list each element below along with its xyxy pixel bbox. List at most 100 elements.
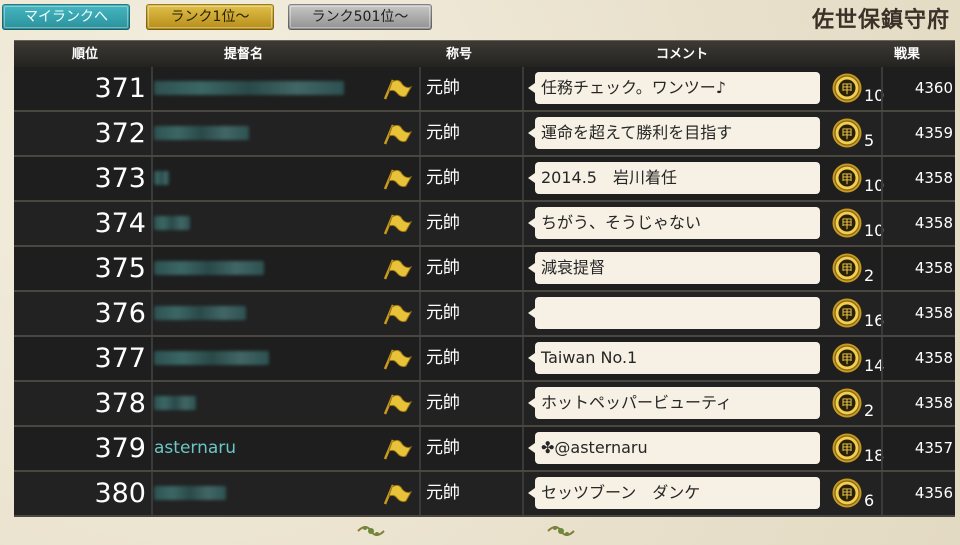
rank-number: 375 <box>94 253 146 284</box>
base-name: 佐世保鎮守府 <box>811 7 950 33</box>
ranking-row[interactable]: 380 元帥 セッツブーン ダンケ 甲 6 4356 <box>14 472 955 517</box>
medal-count: 6 <box>864 491 875 510</box>
header-title: 称号 <box>446 47 473 62</box>
vine-ornament-icon <box>357 526 385 536</box>
comment-bubble <box>528 297 820 329</box>
comment-text: 2014.5 岩川着任 <box>541 168 677 187</box>
rank-number: 373 <box>94 163 146 194</box>
admiral-title: 元帥 <box>426 78 460 98</box>
admiral-name[interactable]: asternaru <box>154 427 236 470</box>
score-value: 4360 <box>914 79 953 97</box>
gold-medal-icon: 甲 <box>831 72 863 104</box>
gold-medal-icon: 甲 <box>831 252 863 284</box>
ranking-row[interactable]: 377 元帥 Taiwan No.1 甲 14 4358 <box>14 337 955 382</box>
medal-glyph: 甲 <box>841 487 853 501</box>
rank-number: 380 <box>94 478 146 509</box>
admiral-name-redacted <box>154 261 264 275</box>
ranking-row[interactable]: 371 元帥 任務チェック。ワンツー♪ 甲 10 4360 <box>14 67 955 112</box>
rank-501-button[interactable]: ランク501位～ <box>288 4 432 30</box>
rank-number: 377 <box>94 343 146 374</box>
rank-number: 371 <box>94 73 146 104</box>
rank-501-button-label: ランク501位～ <box>290 6 430 28</box>
medal-glyph: 甲 <box>841 397 853 411</box>
medal-glyph: 甲 <box>841 442 853 456</box>
gold-medal-icon: 甲 <box>831 477 863 509</box>
medal-glyph: 甲 <box>841 127 853 141</box>
rank-number: 379 <box>94 433 146 464</box>
admiral-title: 元帥 <box>426 348 460 368</box>
score-value: 4356 <box>914 484 953 502</box>
medal-glyph: 甲 <box>841 352 853 366</box>
medal-glyph: 甲 <box>841 172 853 186</box>
admiral-title: 元帥 <box>426 393 460 413</box>
gold-flag-icon[interactable] <box>382 483 413 505</box>
medal-count: 2 <box>864 266 875 285</box>
gold-flag-icon[interactable] <box>382 393 413 415</box>
ranking-header: 順位 提督名 称号 コメント 戦果 <box>14 40 955 68</box>
gold-flag-icon[interactable] <box>382 438 413 460</box>
comment-text: セッツブーン ダンケ <box>541 483 701 502</box>
medal-glyph: 甲 <box>841 217 853 231</box>
comment-bubble: ✤@asternaru <box>528 432 820 464</box>
comment-text: Taiwan No.1 <box>541 348 638 367</box>
comment-bubble: ホットペッパービューティ <box>528 387 820 419</box>
gold-flag-icon[interactable] <box>382 348 413 370</box>
gold-flag-icon[interactable] <box>382 78 413 100</box>
header-rank: 順位 <box>72 47 99 62</box>
rank-number: 378 <box>94 388 146 419</box>
gold-medal-icon: 甲 <box>831 207 863 239</box>
gold-flag-icon[interactable] <box>382 168 413 190</box>
gold-flag-icon[interactable] <box>382 258 413 280</box>
admiral-name-redacted <box>154 396 196 410</box>
rank-top-button[interactable]: ランク1位～ <box>146 4 274 30</box>
admiral-name-redacted <box>154 486 226 500</box>
ranking-row[interactable]: 376 元帥甲 16 4358 <box>14 292 955 337</box>
comment-bubble: Taiwan No.1 <box>528 342 820 374</box>
gold-flag-icon[interactable] <box>382 213 413 235</box>
comment-text: 運命を超えて勝利を目指す <box>541 123 733 142</box>
gold-medal-icon: 甲 <box>831 342 863 374</box>
rank-number: 376 <box>94 298 146 329</box>
score-value: 4359 <box>914 124 953 142</box>
gold-medal-icon: 甲 <box>831 432 863 464</box>
gold-medal-icon: 甲 <box>831 162 863 194</box>
gold-medal-icon: 甲 <box>831 297 863 329</box>
my-rank-button[interactable]: マイランクへ <box>2 4 130 30</box>
score-value: 4357 <box>914 439 953 457</box>
admiral-name-redacted <box>154 216 190 230</box>
score-value: 4358 <box>914 169 953 187</box>
comment-bubble: セッツブーン ダンケ <box>528 477 820 509</box>
gold-flag-icon[interactable] <box>382 303 413 325</box>
medal-count: 2 <box>864 401 875 420</box>
gold-medal-icon: 甲 <box>831 387 863 419</box>
header-admiral: 提督名 <box>224 47 264 62</box>
rank-top-button-label: ランク1位～ <box>148 6 272 28</box>
comment-text: ちがう、そうじゃない <box>541 213 702 232</box>
ranking-row[interactable]: 372 元帥 運命を超えて勝利を目指す 甲 5 4359 <box>14 112 955 157</box>
ranking-row[interactable]: 378 元帥 ホットペッパービューティ 甲 2 4358 <box>14 382 955 427</box>
admiral-name-redacted <box>154 126 249 140</box>
admiral-name-redacted <box>154 306 246 320</box>
ranking-row[interactable]: 375 元帥 減衰提督 甲 2 4358 <box>14 247 955 292</box>
my-rank-button-label: マイランクへ <box>4 6 128 28</box>
header-comment: コメント <box>656 47 709 62</box>
ranking-row[interactable]: 379 asternaru 元帥 ✤@asternaru 甲 18 4357 <box>14 427 955 472</box>
comment-bubble: 任務チェック。ワンツー♪ <box>528 72 820 104</box>
ranking-row[interactable]: 373 元帥 2014.5 岩川着任甲 10 4358 <box>14 157 955 202</box>
header-score: 戦果 <box>894 47 921 62</box>
admiral-title: 元帥 <box>426 258 460 278</box>
admiral-title: 元帥 <box>426 483 460 503</box>
medal-count: 5 <box>864 131 875 150</box>
medal-glyph: 甲 <box>841 82 853 96</box>
ranking-row[interactable]: 374 元帥 ちがう、そうじゃない甲 10 4358 <box>14 202 955 247</box>
gold-flag-icon[interactable] <box>382 123 413 145</box>
comment-bubble: ちがう、そうじゃない <box>528 207 820 239</box>
score-value: 4358 <box>914 349 953 367</box>
comment-text: ホットペッパービューティ <box>541 393 733 412</box>
score-value: 4358 <box>914 394 953 412</box>
comment-text: 任務チェック。ワンツー♪ <box>541 78 726 97</box>
admiral-title: 元帥 <box>426 213 460 233</box>
gold-medal-icon: 甲 <box>831 117 863 149</box>
comment-bubble: 2014.5 岩川着任 <box>528 162 820 194</box>
admiral-title: 元帥 <box>426 123 460 143</box>
